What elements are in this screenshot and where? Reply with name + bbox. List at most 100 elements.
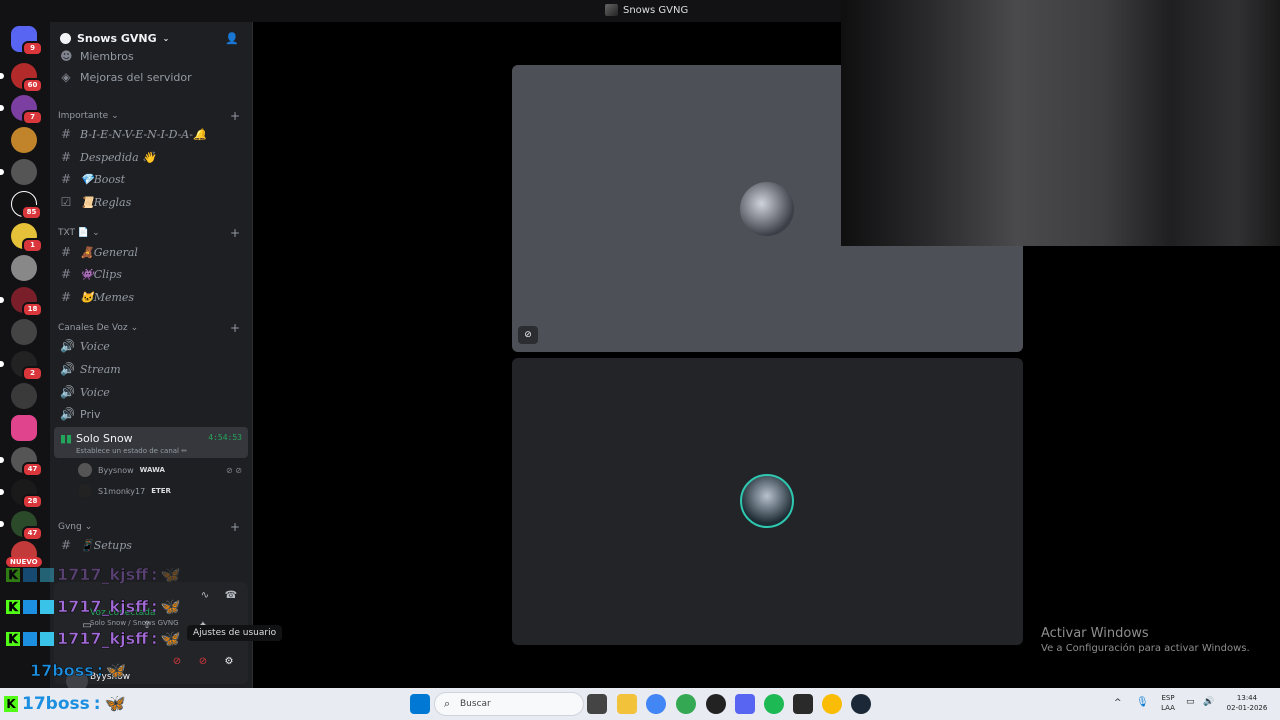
server-icon[interactable]: 7	[0, 95, 43, 125]
server-icon[interactable]	[0, 159, 37, 185]
chevron-up-icon[interactable]: ^	[1114, 698, 1122, 708]
server-icon[interactable]: 60	[0, 63, 43, 93]
chrome-icon[interactable]	[676, 694, 696, 714]
voice-user[interactable]: Byysnow WAWA ⊘ ⊘	[78, 461, 248, 479]
user-tag: ETER	[151, 487, 171, 495]
voice-user[interactable]: S1monky17 ETER	[78, 482, 248, 500]
hash-icon: #	[60, 290, 72, 304]
hash-icon: #	[60, 538, 72, 552]
chrome-icon[interactable]	[646, 694, 666, 714]
server-icon[interactable]: 85	[11, 191, 42, 220]
members-icon: ☻	[60, 49, 73, 63]
server-icon[interactable]: 47	[0, 447, 43, 477]
voice-user-name: Byysnow	[98, 465, 134, 475]
server-icon[interactable]: 18	[0, 287, 43, 317]
channel-status[interactable]: Establece un estado de canal ✏	[76, 447, 187, 455]
channel-clips[interactable]: # 👾Clips	[58, 264, 248, 284]
mic-muted-icon[interactable]: ⊘	[166, 656, 188, 672]
server-icon[interactable]	[11, 383, 37, 409]
server-icon[interactable]	[11, 415, 37, 441]
add-channel-icon[interactable]: +	[230, 226, 240, 240]
add-channel-icon[interactable]: +	[230, 109, 240, 123]
epic-games-icon[interactable]	[793, 694, 813, 714]
microphone-icon[interactable]: 🎙	[1136, 697, 1149, 708]
badge-icon	[40, 599, 54, 614]
chrome-icon[interactable]	[822, 694, 842, 714]
category-label: Gvng	[58, 522, 82, 532]
steam-icon[interactable]	[851, 694, 871, 714]
category-canales-de-voz[interactable]: Canales De Voz ⌄ +	[58, 321, 248, 335]
chevron-down-icon: ⌄	[162, 33, 170, 43]
voice-user-name: S1monky17	[98, 486, 146, 496]
avatar	[740, 474, 794, 528]
category-gvng[interactable]: Gvng ⌄ +	[58, 520, 248, 534]
discord-home-icon[interactable]: 9	[11, 26, 43, 56]
channel-general[interactable]: # 🧸General	[58, 242, 248, 262]
sidebar-item-members[interactable]: ☻ Miembros	[58, 46, 248, 66]
category-importante[interactable]: Importante ⌄ +	[58, 109, 248, 123]
speaker-icon: 🔊	[60, 385, 75, 399]
server-icon[interactable]	[11, 127, 37, 153]
search-input[interactable]: ⌕ Buscar	[434, 692, 584, 716]
clock-date[interactable]: 02-01-2026	[1222, 704, 1272, 712]
add-friend-icon[interactable]: 👤	[225, 32, 239, 45]
channel-reglas[interactable]: ☑ 📜Reglas	[58, 192, 248, 212]
kick-icon: K	[6, 599, 20, 614]
kick-icon: K	[6, 631, 20, 646]
noise-suppression-icon[interactable]: ∿	[194, 590, 216, 606]
server-icon[interactable]	[11, 255, 37, 281]
notification-badge: 60	[22, 78, 43, 93]
active-voice-channel[interactable]: ▮▮ Solo Snow 4:54:53 Establece un estado…	[54, 427, 248, 458]
voice-channel-voice[interactable]: 🔊 Voice	[58, 336, 248, 356]
server-rail: 9 60 7 85 1 18 2 47 28 47	[0, 22, 50, 688]
network-icon[interactable]: ▭	[1186, 697, 1195, 707]
server-icon[interactable]	[11, 319, 37, 345]
category-label: TXT 📄	[58, 228, 90, 238]
add-channel-icon[interactable]: +	[230, 520, 240, 534]
chevron-down-icon: ⌄	[130, 323, 139, 333]
disconnect-icon[interactable]: ☎	[220, 590, 242, 606]
add-channel-icon[interactable]: +	[230, 321, 240, 335]
category-label: Canales De Voz	[58, 323, 128, 333]
server-icon[interactable]: 1	[11, 223, 43, 253]
chevron-down-icon: ⌄	[92, 228, 100, 238]
category-txt[interactable]: TXT 📄 ⌄ +	[58, 226, 248, 240]
channel-memes[interactable]: # 🐱Memes	[58, 287, 248, 307]
discord-icon[interactable]	[735, 694, 755, 714]
start-icon[interactable]	[410, 694, 430, 714]
window-title-text: Snows GVNG	[623, 4, 689, 16]
voice-channel-stream[interactable]: 🔊 Stream	[58, 359, 248, 379]
gear-icon[interactable]: ⚙	[218, 656, 240, 672]
badge-icon	[23, 631, 37, 646]
task-view-icon[interactable]	[587, 694, 607, 714]
video-tile[interactable]	[512, 358, 1023, 645]
overlay-chat-line: K 1717_kjsff: 🦋	[6, 629, 181, 648]
avatar	[78, 463, 92, 477]
server-icon[interactable]: 28	[0, 479, 43, 509]
sidebar-item-boosts[interactable]: ◈ Mejoras del servidor	[58, 67, 248, 87]
emote-icon: 🦋	[104, 694, 126, 714]
notification-badge: 47	[22, 462, 43, 477]
deafen-icon[interactable]: ⊘	[192, 656, 214, 672]
channel-setups[interactable]: # 📱Setups	[58, 535, 248, 555]
language-indicator[interactable]: ESP	[1160, 694, 1176, 702]
emote-icon: 🦋	[160, 597, 181, 617]
language-indicator-sub[interactable]: LAA	[1160, 704, 1176, 712]
server-icon[interactable]: 2	[0, 351, 43, 381]
deafened-icon: ⊘	[518, 326, 538, 344]
voice-channel-voice-2[interactable]: 🔊 Voice	[58, 382, 248, 402]
voice-channel-priv[interactable]: 🔊 Priv	[58, 404, 248, 424]
search-icon: ⌕	[444, 697, 451, 710]
volume-icon[interactable]: 🔊	[1203, 697, 1214, 707]
spotify-icon[interactable]	[764, 694, 784, 714]
app-icon[interactable]	[706, 694, 726, 714]
clock-time[interactable]: 13:44	[1222, 694, 1272, 702]
file-explorer-icon[interactable]	[617, 694, 637, 714]
hash-icon: #	[60, 172, 72, 186]
server-icon[interactable]: 47	[0, 511, 43, 541]
kick-icon: K	[6, 567, 20, 582]
channel-despedida[interactable]: # Despedida 👋	[58, 147, 248, 167]
channel-boost[interactable]: # 💎Boost	[58, 169, 248, 189]
channel-bienvenida[interactable]: # B-I-E-N-V-E-N-I-D-A-🔔	[58, 124, 248, 144]
notification-badge: 85	[21, 205, 42, 220]
